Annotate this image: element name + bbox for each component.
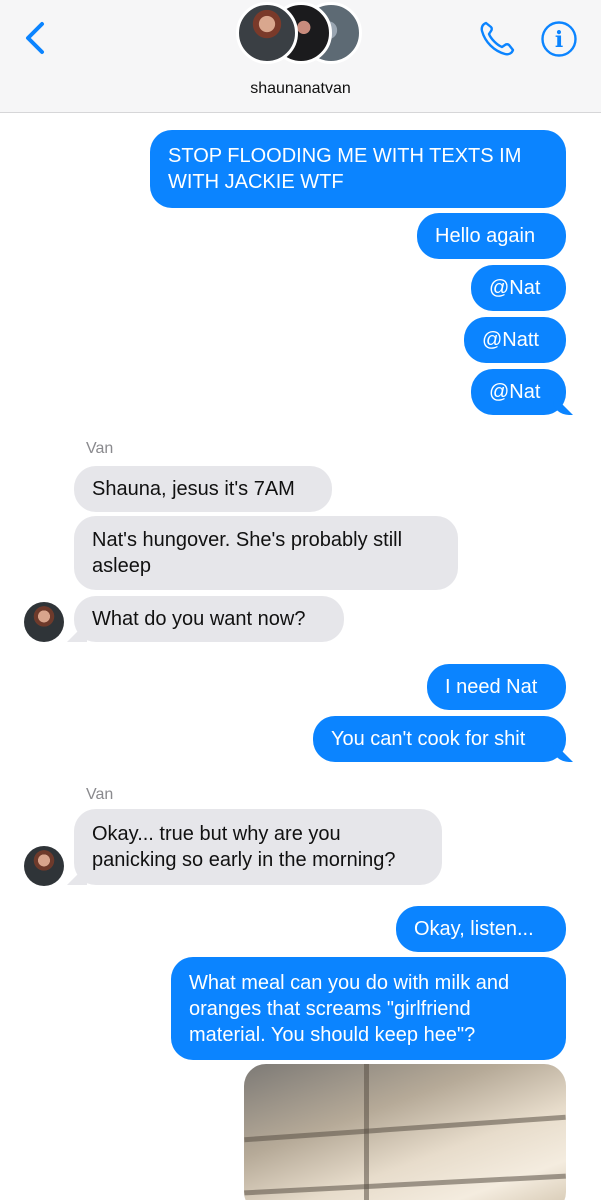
- svg-text:i: i: [555, 27, 563, 53]
- message-text: panicking so early in the morning?: [92, 849, 396, 871]
- message-text: What meal can you do with milk and: [189, 971, 510, 994]
- fridge-shelf: [364, 1064, 369, 1200]
- message-bubble-outgoing[interactable]: Okay, listen...: [396, 906, 566, 952]
- group-name[interactable]: shaunanatvan: [0, 80, 601, 98]
- message-bubble-outgoing[interactable]: STOP FLOODING ME WITH TEXTS IM WITH JACK…: [150, 130, 566, 208]
- message-text: oranges that screams "girlfriend: [189, 997, 471, 1020]
- message-text: asleep: [92, 555, 151, 577]
- info-icon: i: [541, 21, 577, 57]
- message-bubble-outgoing[interactable]: What meal can you do with milk and orang…: [171, 957, 566, 1060]
- message-bubble-outgoing[interactable]: @Nat: [471, 369, 566, 415]
- message-bubble-outgoing[interactable]: @Nat: [471, 265, 566, 311]
- message-text: @Nat: [489, 381, 541, 403]
- message-text: Okay, listen...: [414, 918, 534, 940]
- message-text: WITH JACKIE WTF: [168, 171, 344, 193]
- message-text: @Natt: [482, 329, 539, 351]
- sender-label: Van: [86, 440, 114, 457]
- message-bubble-incoming[interactable]: Okay... true but why are you panicking s…: [74, 809, 442, 885]
- photo-attachment[interactable]: [244, 1064, 566, 1200]
- avatar[interactable]: [24, 846, 64, 886]
- message-bubble-outgoing[interactable]: You can't cook for shit: [313, 716, 566, 762]
- fridge-shelf: [244, 1173, 566, 1196]
- phone-icon: [480, 21, 515, 56]
- message-bubble-incoming[interactable]: Shauna, jesus it's 7AM: [74, 466, 332, 512]
- message-text: Okay... true but why are you: [92, 823, 341, 845]
- message-bubble-outgoing[interactable]: I need Nat: [427, 664, 566, 710]
- message-text: Hello again: [435, 225, 536, 247]
- group-avatars[interactable]: [236, 2, 366, 68]
- message-text: You can't cook for shit: [331, 728, 526, 750]
- avatar: [236, 2, 298, 64]
- message-bubble-outgoing[interactable]: Hello again: [417, 213, 566, 259]
- message-text: Shauna, jesus it's 7AM: [92, 478, 295, 500]
- message-text: material. You should keep hee"?: [189, 1023, 476, 1046]
- call-button[interactable]: [476, 18, 518, 60]
- back-button[interactable]: [20, 20, 50, 56]
- message-text: Nat's hungover. She's probably still: [92, 529, 403, 551]
- message-bubble-outgoing[interactable]: @Natt: [464, 317, 566, 363]
- message-text: I need Nat: [445, 676, 538, 698]
- fridge-shelf: [244, 1114, 566, 1143]
- message-text: STOP FLOODING ME WITH TEXTS IM: [168, 145, 522, 167]
- info-button[interactable]: i: [540, 20, 578, 58]
- conversation-header: shaunanatvan i: [0, 0, 601, 113]
- avatar[interactable]: [24, 602, 64, 642]
- message-text: What do you want now?: [92, 608, 306, 630]
- message-text: @Nat: [489, 277, 541, 299]
- message-bubble-incoming[interactable]: What do you want now?: [74, 596, 344, 642]
- chevron-left-icon: [26, 22, 44, 54]
- message-bubble-incoming[interactable]: Nat's hungover. She's probably still asl…: [74, 516, 458, 590]
- sender-label: Van: [86, 786, 114, 803]
